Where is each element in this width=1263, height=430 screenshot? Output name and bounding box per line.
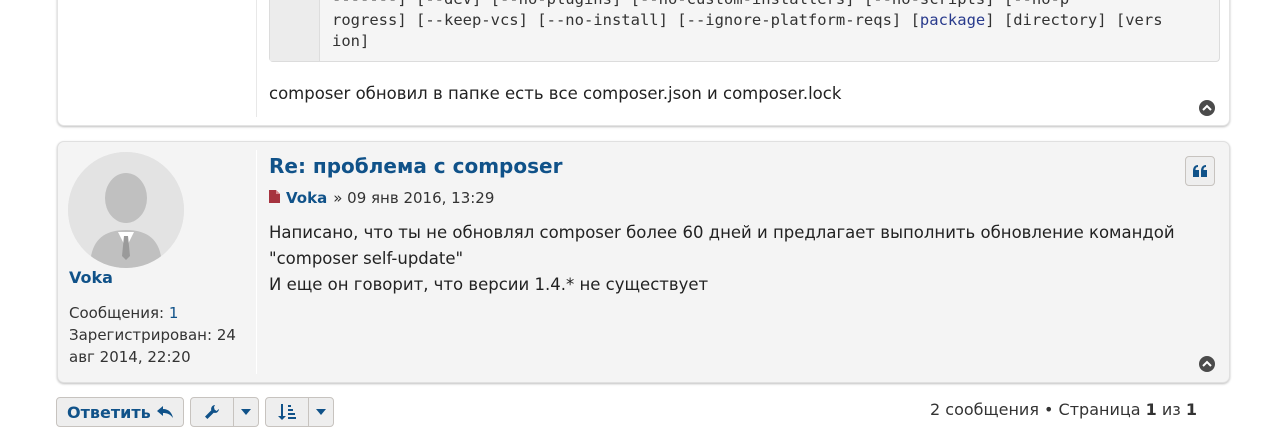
reply-button-label: Ответить [67,402,151,422]
profile-divider [256,150,257,374]
profile-posts: Сообщения: 1 [69,304,179,322]
post-2: Voka Сообщения: 1 Зарегистрирован: 24 ав… [57,141,1230,383]
profile-details: Сообщения: 1 Зарегистрирован: 24 авг 201… [69,302,249,368]
post-2-body: Написано, что ты не обновлял composer бо… [269,220,1175,298]
reply-button[interactable]: Ответить [56,397,184,427]
topic-tools-button[interactable] [190,397,259,427]
code-gutter [270,0,320,61]
default-avatar-icon [68,152,184,268]
code-line: rogress] [--keep-vcs] [--no-install] [--… [332,11,1163,29]
back-to-top-icon[interactable] [1199,356,1215,372]
reply-arrow-icon [156,406,173,418]
back-to-top-icon[interactable] [1199,100,1215,116]
sort-main[interactable] [266,398,309,426]
post-title[interactable]: Re: проблема с composer [269,154,562,178]
post-1-body: composer обновил в папке есть все compos… [269,84,842,103]
post-1: -------] [--dev] [--no-plugins] [--no-cu… [57,0,1230,126]
wrench-icon [205,405,219,419]
sort-dropdown[interactable] [309,398,333,426]
code-box: -------] [--dev] [--no-plugins] [--no-cu… [269,0,1220,62]
avatar[interactable] [68,152,184,268]
topic-tools-dropdown[interactable] [234,398,258,426]
post-meta-date: » 09 янв 2016, 13:29 [333,189,495,207]
profile-divider [256,0,257,117]
code-line: ion] [332,32,370,50]
pagination: 2 сообщения • Страница 1 из 1 [930,400,1197,419]
author-name[interactable]: Voka [69,268,113,287]
profile-registered: Зарегистрирован: 24 авг 2014, 22:20 [69,326,236,366]
quote-icon [1193,165,1207,177]
post-meta: Voka » 09 янв 2016, 13:29 [269,189,494,207]
code-line-partial-top: -------] [--dev] [--no-plugins] [--no-cu… [332,0,1069,8]
caret-down-icon [316,409,326,415]
caret-down-icon [241,409,251,415]
post-body-line: "composer self-update" [269,249,464,268]
post-meta-author[interactable]: Voka [286,189,327,207]
sort-button[interactable] [265,397,334,427]
post-file-icon[interactable] [269,189,280,207]
code-content: -------] [--dev] [--no-plugins] [--no-cu… [332,0,1203,52]
posts-count-link[interactable]: 1 [169,304,179,322]
sort-amount-icon [278,404,296,420]
post-body-line: Написано, что ты не обновлял composer бо… [269,223,1175,242]
topic-tools-main[interactable] [191,398,234,426]
quote-button[interactable] [1185,156,1215,186]
post-body-line: И еще он говорит, что версии 1.4.* не су… [269,275,709,294]
